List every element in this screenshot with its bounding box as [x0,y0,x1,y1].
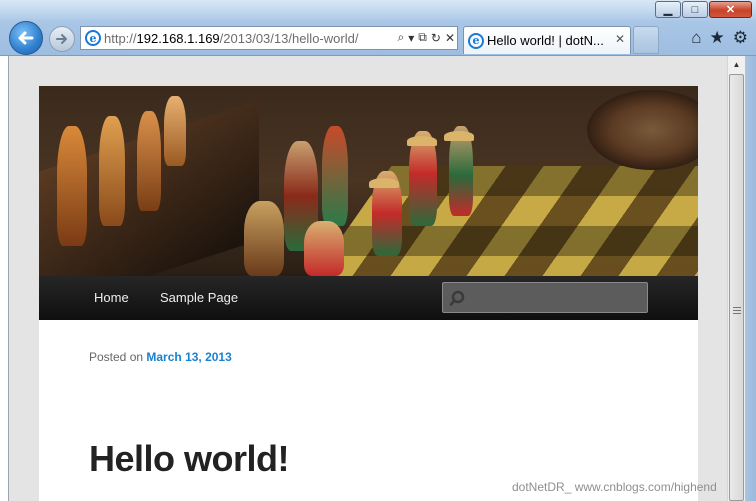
site-page: Home Sample Page Posted on March 13, 201… [39,86,698,501]
post-date-link[interactable]: March 13, 2013 [146,350,231,364]
nav-home[interactable]: Home [94,276,129,320]
chess-piece-hat [407,136,437,146]
chess-piece-hat [369,178,399,188]
tab-hello-world[interactable]: e Hello world! | dotN... ✕ [463,26,631,54]
post-title[interactable]: Hello world! [89,438,290,480]
settings-icon[interactable]: ⚙ [733,29,748,47]
address-icons: ⌕ ▾ ⧉ ↻ ✕ [398,30,455,45]
scroll-up-icon[interactable]: ▲ [728,56,745,73]
arrow-left-icon [18,31,34,45]
chess-piece [164,96,186,166]
nav-sample-page[interactable]: Sample Page [160,276,238,320]
browser-toolbar: ▁ □ ✕ e http://192.168.1.169/2013/03/13/… [0,0,756,56]
tab-ie-icon: e [468,32,484,49]
chess-piece [244,201,284,276]
favorites-icon[interactable]: ★ [710,29,725,47]
address-path: /2013/03/13/hello-world/ [219,30,359,46]
posted-on-label: Posted on [89,350,144,364]
tab-close-icon[interactable]: ✕ [615,32,625,46]
home-icon[interactable]: ⌂ [691,29,701,47]
refresh-icon[interactable]: ↻ [431,31,441,45]
window-controls: ▁ □ ✕ [654,1,752,18]
minimize-button[interactable]: ▁ [655,1,681,18]
chess-piece [137,111,161,211]
watermark-text: dotNetDR_ www.cnblogs.com/highend [512,480,717,494]
chess-piece [99,116,125,226]
header-image [39,86,698,276]
back-button[interactable] [9,21,43,55]
header-photo-bowl [587,90,698,170]
address-scheme: http:// [104,30,137,46]
search-icon [449,290,465,306]
close-window-button[interactable]: ✕ [709,1,752,18]
site-search-input[interactable] [442,282,648,313]
header-photo-chessboard [286,166,698,276]
chess-piece [322,126,348,226]
stop-icon[interactable]: ✕ [445,31,455,45]
address-bar[interactable]: e http://192.168.1.169/2013/03/13/hello-… [80,26,458,50]
arrow-right-icon [56,34,67,44]
scroll-grip-icon [733,307,741,314]
post-meta: Posted on March 13, 2013 [89,350,232,364]
scroll-thumb[interactable] [729,74,744,501]
forward-button[interactable] [49,26,75,52]
tab-title: Hello world! | dotN... [487,33,604,48]
ie-icon: e [85,30,101,46]
vertical-scrollbar[interactable]: ▲ [727,56,745,501]
search-icon[interactable]: ⌕ [398,30,405,45]
chess-piece [304,221,344,276]
window-right-border [745,56,756,501]
maximize-button[interactable]: □ [682,1,708,18]
chess-piece [57,126,87,246]
new-tab-button[interactable] [633,26,659,54]
dropdown-icon[interactable]: ▾ [408,31,414,45]
page-viewport: Home Sample Page Posted on March 13, 201… [8,56,739,501]
address-host: 192.168.1.169 [136,30,220,46]
compatibility-view-icon[interactable]: ⧉ [418,30,427,45]
site-navbar: Home Sample Page [39,276,698,320]
tool-icons: ⌂ ★ ⚙ [691,29,748,47]
chess-piece-hat [444,131,474,141]
